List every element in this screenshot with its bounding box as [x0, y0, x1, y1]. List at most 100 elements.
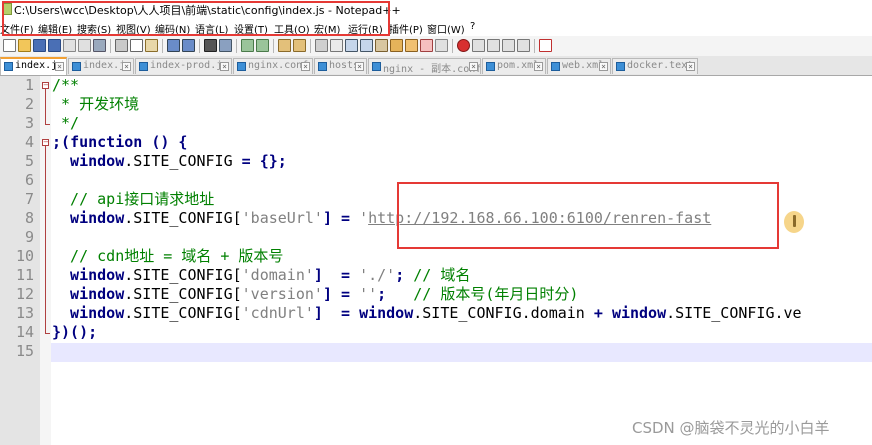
- monitoring-icon[interactable]: [420, 39, 433, 52]
- code-line-4: ;(function () {: [52, 133, 187, 152]
- zoom-out-icon[interactable]: [256, 39, 269, 52]
- print-icon[interactable]: [93, 39, 106, 52]
- close-tab-icon[interactable]: ×: [301, 62, 310, 71]
- function-list-icon[interactable]: [390, 39, 403, 52]
- run-macro-multiple-icon[interactable]: [502, 39, 515, 52]
- tab-web-xml[interactable]: web.xml ×: [547, 58, 611, 74]
- indent-guide-icon[interactable]: [345, 39, 358, 52]
- doc-map-icon[interactable]: [375, 39, 388, 52]
- toolbar: [0, 36, 872, 57]
- code-string: './': [359, 266, 396, 284]
- fold-toggle-icon[interactable]: −: [42, 139, 49, 146]
- close-tab-icon[interactable]: ×: [122, 62, 131, 71]
- file-icon: [372, 62, 381, 71]
- code-token: ] =: [322, 285, 360, 303]
- code-token: +: [593, 304, 612, 322]
- fold-line: [45, 146, 46, 333]
- zoom-in-icon[interactable]: [241, 39, 254, 52]
- tab-index-prod-js[interactable]: index-prod.js ×: [135, 58, 232, 74]
- code-keyword: window: [52, 209, 125, 227]
- tab-hosts[interactable]: hosts ×: [314, 58, 367, 74]
- menu-plugins[interactable]: 插件(P): [389, 21, 423, 36]
- play-macro-icon[interactable]: [487, 39, 500, 52]
- fold-line: [45, 89, 46, 124]
- code-line-3: */: [52, 114, 79, 133]
- watermark: CSDN @脑袋不灵光的小白羊: [632, 419, 830, 437]
- fold-end: [45, 124, 50, 125]
- close-tab-icon[interactable]: ×: [469, 62, 478, 71]
- code-string: 'baseUrl': [241, 209, 323, 227]
- code-line-2: * 开发环境: [52, 95, 139, 114]
- line-number: 12: [15, 285, 34, 303]
- undo-icon[interactable]: [167, 39, 180, 52]
- menu-help[interactable]: ?: [470, 21, 475, 32]
- line-number: 15: [15, 342, 34, 360]
- code-keyword: function: [70, 133, 143, 151]
- spell-check-icon[interactable]: [539, 39, 552, 52]
- stop-macro-icon[interactable]: [472, 39, 485, 52]
- tab-nginx-conf[interactable]: nginx.conf ×: [233, 58, 313, 74]
- new-file-icon[interactable]: [3, 39, 16, 52]
- folder-workspace-icon[interactable]: [405, 39, 418, 52]
- copy-icon[interactable]: [130, 39, 143, 52]
- replace-icon[interactable]: [219, 39, 232, 52]
- comment: */: [52, 114, 80, 132]
- close-tab-icon[interactable]: ×: [686, 62, 695, 71]
- tab-index-js-active[interactable]: index.js ×: [0, 57, 67, 75]
- code-keyword: window: [52, 285, 125, 303]
- close-tab-icon[interactable]: ×: [55, 62, 64, 71]
- tab-label: pom.xml: [497, 60, 540, 71]
- code-token: })();: [52, 323, 98, 341]
- code-string: 'cdnUrl': [241, 304, 314, 322]
- code-editor[interactable]: 1 2 3 4 5 6 7 8 9 10 11 12 13 14 15 − − …: [0, 76, 872, 445]
- line-number-gutter: 1 2 3 4 5 6 7 8 9 10 11 12 13 14 15: [0, 76, 40, 445]
- menu-window[interactable]: 窗口(W): [427, 21, 465, 36]
- save-all-icon[interactable]: [48, 39, 61, 52]
- word-wrap-icon[interactable]: [315, 39, 328, 52]
- view-icon[interactable]: [435, 39, 448, 52]
- code-keyword: window: [52, 266, 125, 284]
- close-tab-icon[interactable]: ×: [355, 62, 364, 71]
- code-line-10: // cdn地址 = 域名 + 版本号: [52, 247, 283, 266]
- code-token: ;: [377, 285, 414, 303]
- fold-toggle-icon[interactable]: −: [42, 82, 49, 89]
- file-icon: [318, 62, 327, 71]
- sync-vertical-icon[interactable]: [278, 39, 291, 52]
- redo-icon[interactable]: [182, 39, 195, 52]
- code-token: ;: [395, 266, 414, 284]
- tab-nginx-copy-conf[interactable]: nginx - 副本.conf ×: [368, 58, 481, 74]
- close-all-icon[interactable]: [78, 39, 91, 52]
- open-file-icon[interactable]: [18, 39, 31, 52]
- line-number: 10: [15, 247, 34, 265]
- paste-icon[interactable]: [145, 39, 158, 52]
- tab-docker-text[interactable]: docker.text ×: [612, 58, 698, 74]
- line-number: 1: [24, 76, 34, 94]
- record-macro-icon[interactable]: [457, 39, 470, 52]
- cut-icon[interactable]: [115, 39, 128, 52]
- line-number: 13: [15, 304, 34, 322]
- close-tab-icon[interactable]: ×: [220, 62, 229, 71]
- save-icon[interactable]: [33, 39, 46, 52]
- code-token: ;(: [52, 133, 71, 151]
- code-keyword: window: [52, 152, 125, 170]
- current-line-highlight: [51, 343, 872, 362]
- line-number: 4: [24, 133, 34, 151]
- language-udl-icon[interactable]: [360, 39, 373, 52]
- tab-label: nginx.conf: [248, 60, 309, 71]
- find-icon[interactable]: [204, 39, 217, 52]
- close-file-icon[interactable]: [63, 39, 76, 52]
- close-tab-icon[interactable]: ×: [534, 62, 543, 71]
- code-token: .SITE_CONFIG.ve: [666, 304, 802, 322]
- cursor-hand-icon: [784, 211, 804, 233]
- comment: // 版本号(年月日时分): [413, 285, 579, 303]
- tab-pom-xml[interactable]: pom.xml ×: [482, 58, 546, 74]
- comment: /**: [52, 76, 80, 94]
- show-all-chars-icon[interactable]: [330, 39, 343, 52]
- close-tab-icon[interactable]: ×: [599, 62, 608, 71]
- tab-index-js[interactable]: index.js ×: [68, 58, 134, 74]
- save-macro-icon[interactable]: [517, 39, 530, 52]
- code-token: () {: [142, 133, 188, 151]
- code-line-7: // api接口请求地址: [52, 190, 214, 209]
- code-line-1: /**: [52, 76, 79, 95]
- sync-horizontal-icon[interactable]: [293, 39, 306, 52]
